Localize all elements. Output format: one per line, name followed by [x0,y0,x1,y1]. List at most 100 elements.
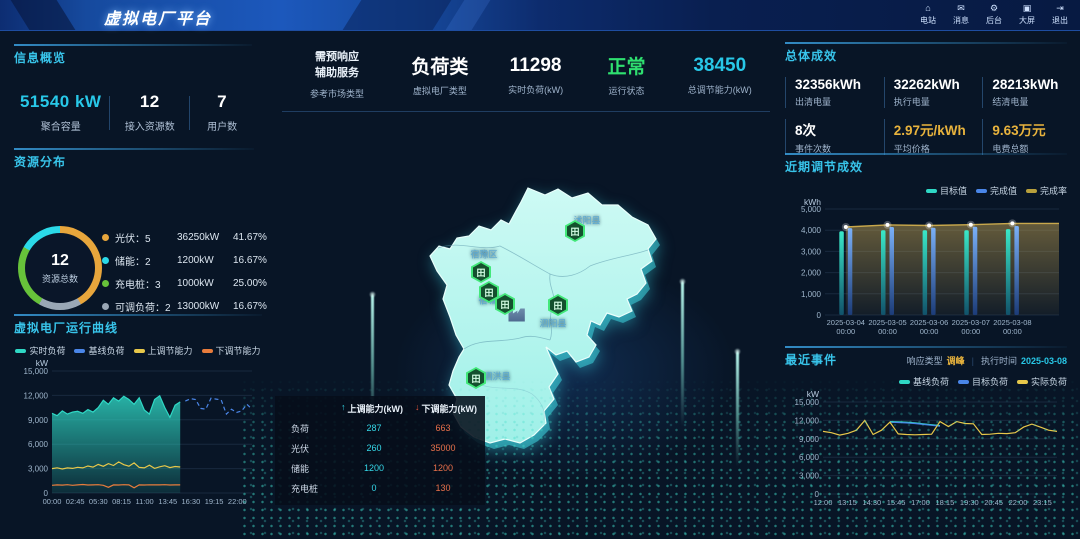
svg-text:11:00: 11:00 [135,497,153,506]
marker-glyph: 田 [550,296,566,314]
info-overview-title: 信息概览 [14,49,252,66]
section-divider [785,42,1067,44]
tooltip-row-label: 光伏 [283,442,339,455]
resource-legend-row[interactable]: 充电桩：3 1000kW 25.00% [102,276,267,290]
district-label[interactable]: 泗洪县 [483,370,510,383]
top-header-bar: 虚拟电厂平台 ⌂ 电站 ✉ 消息 ⚙ 后台 ▣ 大屏 ⇥ 退出 [0,0,1080,31]
resource-donut-chart[interactable]: 12 资源总数 [18,226,102,313]
tooltip-rows: 负荷 287 663 光伏 260 35000 储能 1200 1200 充电桩… [283,418,477,498]
section-divider [785,153,1067,155]
legend-item[interactable]: 下调节能力 [202,344,261,357]
overall-stat: 32262kWh 执行电量 [884,77,983,108]
capability-tooltip: ↑ 上调能力(kW) ↓ 下调能力(kW) 负荷 287 663 光伏 260 … [275,396,485,505]
tooltip-row-label: 充电桩 [283,482,339,495]
nav-item-3[interactable]: ▣ 大屏 [1015,3,1039,26]
info-stat-value: 51540 kW [14,92,107,112]
overall-stat-label: 出清电量 [795,95,884,108]
market-stat-value: 11298 [488,54,584,78]
svg-text:3,000: 3,000 [28,465,49,474]
nav-item-2[interactable]: ⚙ 后台 [982,3,1006,26]
overall-stat-value: 2.97元/kWh [894,119,983,139]
bigscreen-icon: ▣ [1023,3,1032,14]
resource-percent: 16.67% [233,255,267,266]
resource-total-value: 12 [51,252,69,270]
resource-color-dot [102,280,109,287]
resource-color-dot [102,257,109,264]
overall-stat-value: 9.63万元 [992,119,1067,139]
market-stat-label: 虚拟电厂类型 [392,84,488,97]
district-label[interactable]: 泗阳县 [539,317,566,330]
section-divider [14,148,254,150]
up-capability-header: 上调能力(kW) [348,402,404,415]
resource-percent: 41.67% [233,232,267,243]
legend-label: 基线负荷 [88,344,124,357]
market-stat: 需预响应 辅助服务 参考市场类型 [282,50,392,100]
legend-item[interactable]: 实时负荷 [15,344,65,357]
info-stat: 12 接入资源数 [112,92,187,133]
legend-item[interactable]: 上调节能力 [134,344,193,357]
legend-item[interactable]: 目标值 [926,184,967,197]
response-type-value[interactable]: 调峰 [947,354,965,367]
info-stat: 7 用户数 [192,92,252,133]
vpp-curve-panel: 虚拟电厂运行曲线 实时负荷 基线负荷 上调节能力 下调节能力 kW03,0006… [14,314,262,509]
down-arrow-icon: ↓ [415,402,420,415]
regulation-effect-panel: 近期调节成效 目标值 完成值 完成率 kWh01,0002,0003,0004,… [785,153,1067,339]
resource-power: 1000kW [177,278,233,289]
vpp-curve-chart[interactable]: kW03,0006,0009,00012,00015,00000:0002:45… [14,357,262,509]
svg-text:15,000: 15,000 [24,367,49,376]
legend-swatch [976,189,987,193]
legend-item[interactable]: 完成值 [976,184,1017,197]
market-stat-label: 总调节能力(kW) [670,83,770,96]
resource-legend-row[interactable]: 光伏：5 36250kW 41.67% [102,230,267,244]
resource-name: 充电桩：3 [115,276,177,291]
legend-swatch [15,349,26,353]
resource-color-dot [102,234,109,241]
market-stat-value: 需预响应 辅助服务 [282,50,392,82]
section-divider [14,314,262,316]
svg-text:00:00: 00:00 [43,497,62,506]
resource-name: 光伏：5 [115,230,177,245]
resource-legend-row[interactable]: 可调负荷：2 13000kW 16.67% [102,299,267,313]
legend-label: 实时负荷 [29,344,65,357]
response-type-label: 响应类型 [907,354,943,367]
legend-swatch [74,349,85,353]
legend-item[interactable]: 完成率 [1026,184,1067,197]
svg-text:3,000: 3,000 [801,247,822,256]
meta-divider: | [972,356,974,366]
tooltip-down-value: 663 [409,423,477,433]
overall-stat-value: 28213kWh [992,77,1067,92]
stat-divider [189,96,190,130]
legend-item[interactable]: 基线负荷 [74,344,124,357]
market-stat: 11298 实时负荷(kW) [488,54,584,96]
legend-label: 完成值 [990,184,1017,197]
dashboard: 虚拟电厂平台 ⌂ 电站 ✉ 消息 ⚙ 后台 ▣ 大屏 ⇥ 退出 信息概览 515… [0,0,1080,539]
marker-glyph: 田 [468,369,484,387]
down-capability-header: 下调能力(kW) [422,402,478,415]
legend-label: 目标值 [940,184,967,197]
district-label[interactable]: 宿豫区 [470,248,497,261]
regulation-chart[interactable]: kWh01,0002,0003,0004,0005,0002025-03-040… [785,197,1067,339]
nav-item-1[interactable]: ✉ 消息 [949,3,973,26]
resource-power: 1200kW [177,255,233,266]
svg-text:2025-03-05: 2025-03-05 [868,318,906,327]
light-beam-decoration [681,282,684,427]
light-beam-decoration [736,352,739,467]
recent-event-title: 最近事件 [785,351,837,368]
page-title: 虚拟电厂平台 [104,5,212,29]
overall-stat-label: 执行电量 [894,95,983,108]
overall-stat: 28213kWh 结清电量 [982,77,1067,108]
nav-item-4[interactable]: ⇥ 退出 [1048,3,1072,26]
tooltip-up-value: 260 [339,443,409,453]
header-decoration [11,0,76,30]
exec-time-value[interactable]: 2025-03-08 [1021,356,1067,366]
legend-swatch [1026,189,1037,193]
backend-icon: ⚙ [990,3,998,14]
resource-legend-row[interactable]: 储能：2 1200kW 16.67% [102,253,267,267]
header-decoration [446,0,491,30]
info-stat-value: 7 [192,92,252,112]
tooltip-up-value: 1200 [339,463,409,473]
station-icon: ⌂ [925,3,930,14]
tooltip-down-value: 130 [409,483,477,493]
overall-effect-title: 总体成效 [785,47,1067,64]
nav-item-0[interactable]: ⌂ 电站 [916,3,940,26]
